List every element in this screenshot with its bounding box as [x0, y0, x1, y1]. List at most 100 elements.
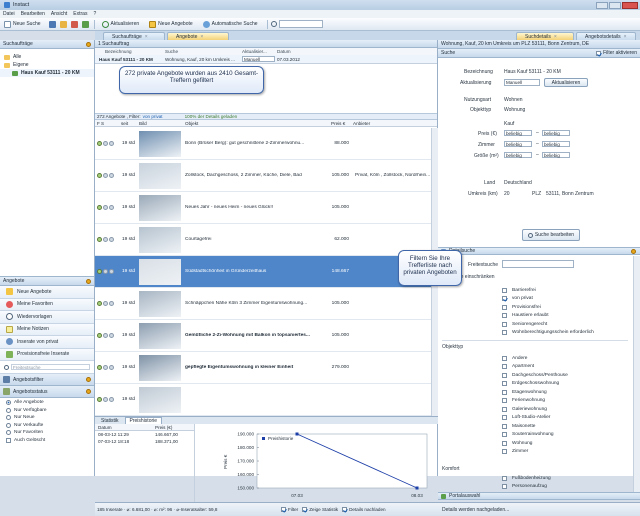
col-objekt[interactable]: Objekt	[185, 121, 331, 126]
filter-option[interactable]: Apartment	[438, 363, 633, 372]
freetext-search-input[interactable]: Freitextsuche	[11, 364, 90, 370]
table-row[interactable]: 19 std Zollstock, Dachgeschoss, 2 Zimmer,…	[95, 160, 438, 192]
favorite-dot-icon[interactable]	[103, 397, 108, 402]
status-available[interactable]: Nur Verfügbare	[0, 407, 94, 415]
table-row[interactable]: 19 std Neues Jahr - neues Heim - neues Gl…	[95, 192, 438, 224]
close-button[interactable]	[622, 1, 638, 9]
auto-search-button[interactable]: Automatische Suche	[199, 19, 262, 30]
note-dot-icon[interactable]	[109, 397, 114, 402]
favorite-dot-icon[interactable]	[103, 173, 108, 178]
col-date[interactable]: Datum	[277, 49, 291, 54]
filter-option[interactable]: Loft-Studio-Atelier	[438, 414, 633, 423]
tab-price-history[interactable]: Preishistorie	[124, 417, 163, 424]
filter-option[interactable]: Fußbodenheizung	[438, 474, 633, 483]
note-dot-icon[interactable]	[109, 173, 114, 178]
detail-freetext-input[interactable]	[502, 260, 574, 268]
menu-help[interactable]: ?	[93, 11, 96, 17]
filter-option[interactable]: Maisonette	[438, 422, 633, 431]
nav-favorites[interactable]: Meine Favoriten	[0, 298, 94, 311]
favorite-dot-icon[interactable]	[103, 141, 108, 146]
zimmer-max-input[interactable]: beliebig	[542, 141, 570, 147]
note-dot-icon[interactable]	[109, 333, 114, 338]
listing-photo[interactable]	[139, 291, 181, 317]
offer-status-header[interactable]: Angebotsstatus	[0, 386, 94, 398]
filter-option[interactable]: Etagenwohnung	[438, 388, 633, 397]
history-row[interactable]: 07-03-12 18:18 188.371,00	[95, 438, 194, 445]
offer-filter-header[interactable]: Angebotsfilter	[0, 374, 94, 386]
export-icon[interactable]	[81, 20, 89, 28]
filter-toggle[interactable]: Filter	[281, 507, 298, 512]
pin-icon[interactable]	[86, 41, 91, 47]
col-bild[interactable]: Bild	[139, 121, 185, 126]
nav-notes[interactable]: Meine Notizen	[0, 323, 94, 336]
groesse-max-input[interactable]: beliebig	[542, 152, 570, 158]
col-name[interactable]: Bezeichnung	[95, 49, 165, 54]
table-row[interactable]: 19 std Gemütliche 2-Zi-Wohnung mit Balkon…	[95, 320, 438, 352]
favorite-dot-icon[interactable]	[103, 333, 108, 338]
col-search[interactable]: Suche	[165, 49, 242, 54]
nav-new-offers[interactable]: Neue Angebote	[0, 286, 94, 299]
filter-option[interactable]: von privat	[438, 295, 633, 304]
filter-option[interactable]: Dachgeschoss/Penthouse	[438, 371, 633, 380]
tree-item-search-order[interactable]: Haus Kauf 53111 - 20 KM	[0, 69, 94, 77]
listing-photo[interactable]	[139, 195, 181, 221]
detail-search-header[interactable]: Detailsuche	[438, 247, 640, 255]
filter-option[interactable]: Seniorengerecht	[438, 320, 633, 329]
close-icon[interactable]: ×	[145, 34, 148, 40]
favorite-dot-icon[interactable]	[103, 301, 108, 306]
favorite-dot-icon[interactable]	[103, 365, 108, 370]
delete-icon[interactable]	[70, 20, 78, 28]
tab-statistics[interactable]: Statistik	[97, 418, 123, 424]
table-row[interactable]: 19 std Schnäppchen Nähe Köln 3 Zimmer Eig…	[95, 288, 438, 320]
table-row[interactable]: 19 std Bonn (Brüser Berg): gut geschnitte…	[95, 128, 438, 160]
col-history-date[interactable]: Datum	[95, 425, 155, 430]
status-all[interactable]: Alle Angebote	[0, 399, 94, 407]
listing-photo[interactable]	[139, 227, 181, 253]
order-refresh-select[interactable]: Manuell	[242, 56, 275, 62]
filter-option[interactable]: Barrierefrei	[438, 286, 633, 295]
nav-commission-free[interactable]: Provisionsfreie Inserate	[0, 348, 94, 361]
preis-min-input[interactable]: beliebig	[504, 130, 532, 136]
save-icon[interactable]	[48, 20, 56, 28]
filter-option[interactable]: Galeriewohnung	[438, 405, 633, 414]
filter-option[interactable]: Wohnung	[438, 439, 633, 448]
table-row[interactable]: 19 std	[95, 384, 438, 416]
listing-photo[interactable]	[139, 323, 181, 349]
toolbar-search-input[interactable]	[278, 20, 323, 28]
history-row[interactable]: 08-03-12 11:29 146.667,00	[95, 431, 194, 438]
filter-option[interactable]: Ferienwohnung	[438, 397, 633, 406]
filter-option[interactable]: Provisionsfrei	[438, 303, 633, 312]
portal-selection-header[interactable]: Portalauswahl	[438, 492, 640, 500]
maximize-button[interactable]	[609, 1, 621, 9]
listing-photo[interactable]	[139, 259, 181, 285]
close-icon[interactable]: ×	[554, 34, 557, 40]
refresh-button[interactable]: Aktualisieren	[98, 19, 144, 30]
note-dot-icon[interactable]	[109, 301, 114, 306]
nav-private-listings[interactable]: Inserate von privat	[0, 336, 94, 349]
note-dot-icon[interactable]	[109, 237, 114, 242]
listing-photo[interactable]	[139, 163, 181, 189]
preis-max-input[interactable]: beliebig	[542, 130, 570, 136]
table-row[interactable]: 19 std Südstadtschönheit in Gründerzeitha…	[95, 256, 438, 288]
menu-ansicht[interactable]: Ansicht	[51, 11, 67, 17]
akt-select[interactable]: Manuell	[504, 79, 540, 86]
new-offers-button[interactable]: Neue Angebote	[145, 19, 196, 30]
tab-offer-details[interactable]: Angebotsdetails ×	[576, 32, 636, 40]
copy-icon[interactable]	[59, 20, 67, 28]
refresh-search-button[interactable]: Aktualisieren	[544, 78, 588, 87]
tree-item-own[interactable]: Eigene	[0, 61, 94, 69]
col-history-price[interactable]: Preis (€)	[155, 425, 172, 430]
listing-photo[interactable]	[139, 355, 181, 381]
groesse-min-input[interactable]: beliebig	[504, 152, 532, 158]
note-dot-icon[interactable]	[109, 269, 114, 274]
filter-option[interactable]: Zimmer	[438, 448, 633, 457]
col-preis[interactable]: Preis €	[331, 121, 349, 126]
filter-option[interactable]: Andere	[438, 354, 633, 363]
col-anbieter[interactable]: Anbieter	[349, 121, 370, 126]
filter-option[interactable]: Haustiere erlaubt	[438, 312, 633, 321]
col-s[interactable]: S	[101, 121, 121, 126]
listing-photo[interactable]	[139, 131, 181, 157]
tree-item-all[interactable]: Alle	[0, 53, 94, 61]
zimmer-min-input[interactable]: beliebig	[504, 141, 532, 147]
tab-offers[interactable]: Angebote ×	[167, 32, 229, 40]
